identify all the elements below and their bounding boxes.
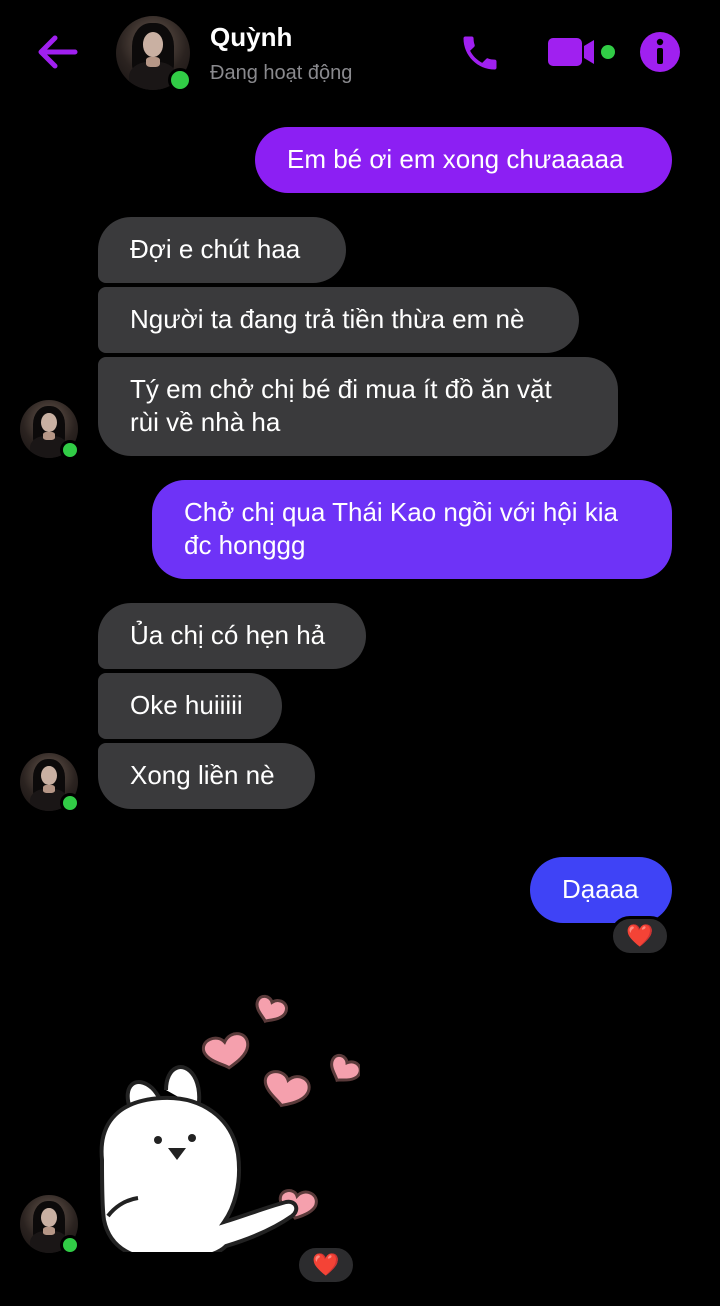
back-button[interactable] [30,28,84,76]
voice-call-button[interactable] [452,28,508,78]
online-indicator [168,68,192,92]
message-incoming[interactable]: Xong liền nè [98,743,315,809]
online-indicator [60,1235,80,1255]
bunny-sticker-icon [99,994,362,1263]
online-indicator [60,440,80,460]
bunny-hearts-sticker[interactable] [98,990,362,1263]
heart-reaction[interactable]: ❤️ [610,916,670,956]
back-arrow-icon [38,35,78,69]
message-incoming[interactable]: Đợi e chút haa [98,217,346,283]
contact-name[interactable]: Quỳnh [210,22,292,53]
online-indicator [60,793,80,813]
phone-icon [463,36,497,70]
message-outgoing[interactable]: Chở chị qua Thái Kao ngồi với hội kia đc… [152,480,672,579]
info-icon [640,32,680,72]
video-camera-icon [548,38,615,66]
message-outgoing[interactable]: Em bé ơi em xong chưaaaaa [255,127,672,193]
heart-reaction[interactable]: ❤️ [296,1245,356,1285]
chat-header: Quỳnh Đang hoạt động [0,0,720,104]
message-incoming[interactable]: Oke huiiiii [98,673,282,739]
contact-avatar[interactable] [116,16,192,92]
sender-avatar[interactable] [20,400,80,460]
video-call-button[interactable] [544,30,620,74]
message-outgoing[interactable]: Dạaaa [530,857,672,923]
message-incoming[interactable]: Người ta đang trả tiền thừa em nè [98,287,579,353]
sender-avatar[interactable] [20,753,80,813]
message-incoming[interactable]: Ủa chị có hẹn hả [98,603,366,669]
sender-avatar[interactable] [20,1195,80,1255]
message-incoming[interactable]: Tý em chở chị bé đi mua ít đồ ăn vặt rùi… [98,357,618,456]
info-button[interactable] [638,30,682,74]
contact-status: Đang hoạt động [210,62,353,84]
